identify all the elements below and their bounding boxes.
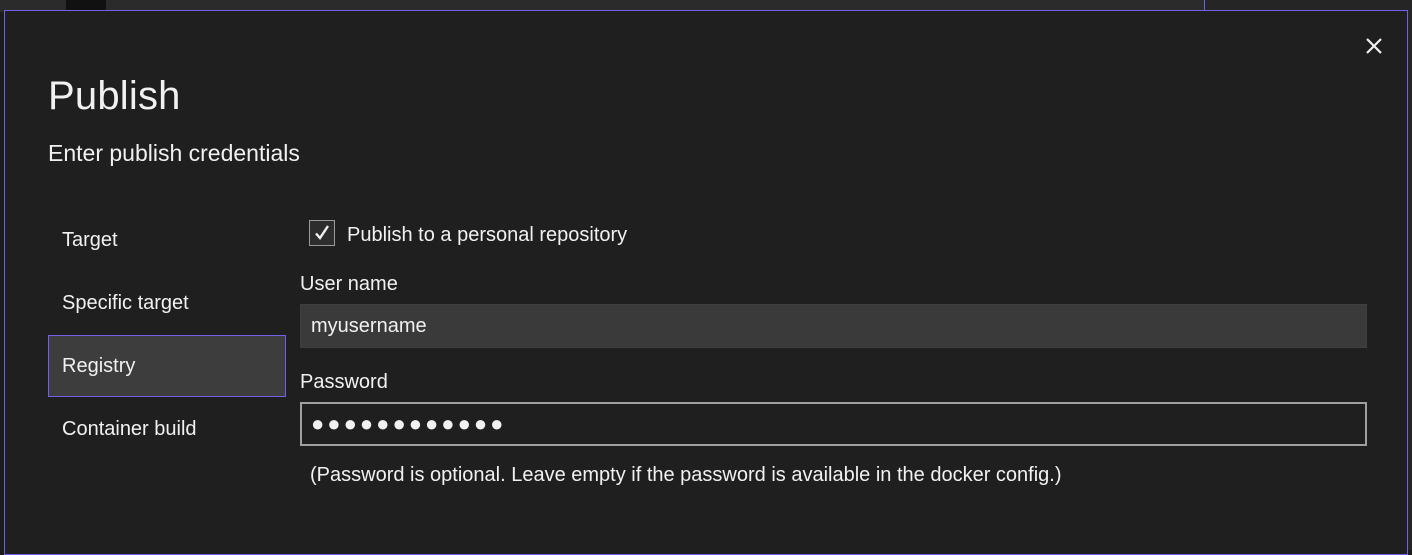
personal-repo-label[interactable]: Publish to a personal repository xyxy=(347,223,627,247)
nav-item-target[interactable]: Target xyxy=(48,209,286,271)
checkmark-icon xyxy=(310,221,334,245)
username-label: User name xyxy=(300,273,398,295)
personal-repo-checkbox[interactable] xyxy=(309,220,335,246)
dialog-subtitle: Enter publish credentials xyxy=(48,140,300,166)
password-input[interactable]: ●●●●●●●●●●●● xyxy=(300,402,1367,446)
nav-item-specific-target[interactable]: Specific target xyxy=(48,272,286,334)
background-tab xyxy=(66,0,106,10)
password-hint: (Password is optional. Leave empty if th… xyxy=(310,464,1062,486)
nav-item-registry[interactable]: Registry xyxy=(48,335,286,397)
close-button[interactable] xyxy=(1362,34,1386,58)
close-icon xyxy=(1362,34,1386,58)
password-label: Password xyxy=(300,371,388,393)
nav-item-container-build[interactable]: Container build xyxy=(48,398,286,460)
dialog-title: Publish xyxy=(48,74,181,118)
username-input[interactable] xyxy=(300,304,1367,348)
